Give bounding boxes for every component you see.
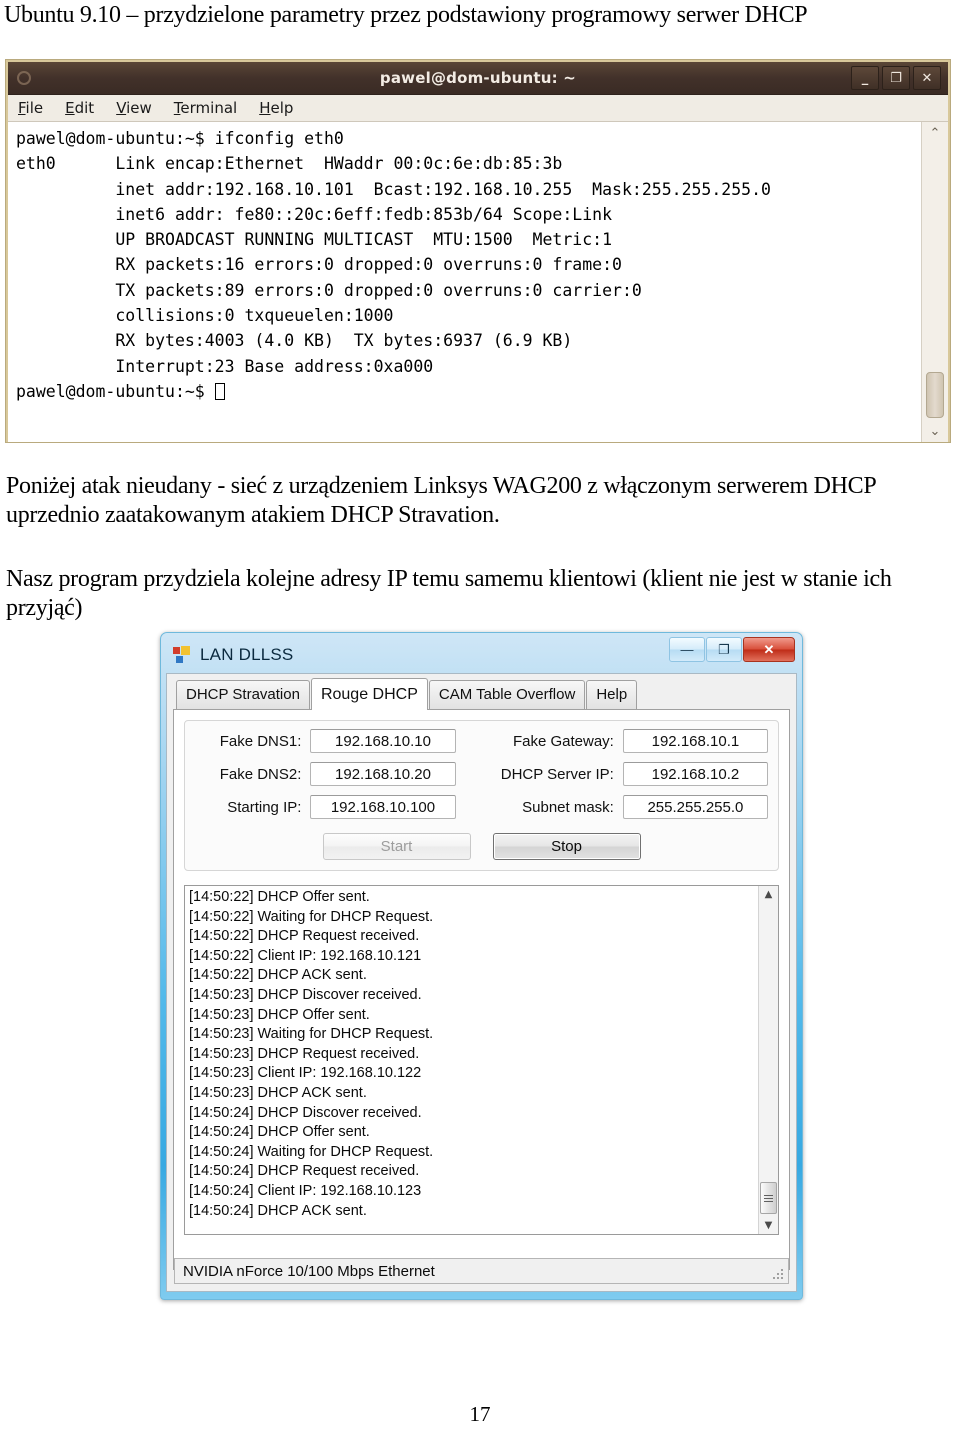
- maximize-icon[interactable]: ❐: [882, 66, 910, 90]
- field-row-startingip-subnet: Starting IP: 192.168.10.100 Subnet mask:…: [195, 795, 769, 819]
- terminal-output: pawel@dom-ubuntu:~$ ifconfig eth0 eth0 L…: [16, 129, 771, 376]
- close-icon[interactable]: ✕: [743, 637, 795, 662]
- tabstrip: DHCP Stravation Rouge DHCP CAM Table Ove…: [173, 678, 790, 710]
- scroll-up-icon[interactable]: ⌃: [922, 124, 948, 142]
- status-bar: NVIDIA nForce 10/100 Mbps Ethernet: [174, 1258, 789, 1284]
- scrollbar-grip-icon: [764, 1194, 773, 1202]
- tab-cam-table-overflow[interactable]: CAM Table Overflow: [428, 680, 586, 709]
- terminal-titlebar[interactable]: pawel@dom-ubuntu: ~ _ ❐ ✕: [8, 62, 948, 95]
- stop-button[interactable]: Stop: [492, 833, 641, 860]
- list-item[interactable]: [14:50:24] Client IP: 192.168.10.123: [189, 1182, 758, 1202]
- list-item[interactable]: [14:50:23] Client IP: 192.168.10.122: [189, 1064, 758, 1084]
- list-item[interactable]: [14:50:24] DHCP Offer sent.: [189, 1123, 758, 1143]
- label-dhcp-server-ip: DHCP Server IP:: [500, 765, 614, 783]
- field-row-dns2-serverip: Fake DNS2: 192.168.10.20 DHCP Server IP:…: [195, 762, 769, 786]
- terminal-menubar: File Edit View Terminal Help: [8, 95, 948, 122]
- paragraph-attack-failed: Poniżej atak nieudany - sieć z urządzeni…: [6, 473, 876, 528]
- page-title: Ubuntu 9.10 – przydzielone parametry prz…: [4, 2, 808, 28]
- list-item[interactable]: [14:50:24] DHCP ACK sent.: [189, 1202, 758, 1222]
- label-subnet-mask: Subnet mask:: [522, 798, 614, 816]
- list-item[interactable]: [14:50:23] DHCP Discover received.: [189, 986, 758, 1006]
- status-bar-text: NVIDIA nForce 10/100 Mbps Ethernet: [183, 1262, 435, 1280]
- lan-window-controls: — ❐ ✕: [668, 637, 795, 662]
- start-button[interactable]: Start: [322, 833, 471, 860]
- menu-item-terminal[interactable]: Terminal: [174, 99, 237, 117]
- close-icon[interactable]: ✕: [913, 66, 941, 90]
- terminal-app-icon: [17, 71, 31, 85]
- tab-rouge-dhcp[interactable]: Rouge DHCP: [310, 678, 428, 710]
- application-icon: [173, 645, 191, 664]
- minimize-icon[interactable]: —: [669, 637, 705, 662]
- terminal-window-controls: _ ❐ ✕: [851, 66, 941, 90]
- label-fake-dns2: Fake DNS2:: [219, 765, 302, 783]
- list-item[interactable]: [14:50:23] Waiting for DHCP Request.: [189, 1025, 758, 1045]
- label-fake-gateway: Fake Gateway:: [512, 732, 614, 750]
- paragraph-program-assigns-ips: Nasz program przydziela kolejne adresy I…: [6, 566, 892, 621]
- lan-dllss-window: LAN DLLSS — ❐ ✕ DHCP Stravation Rouge DH…: [160, 632, 803, 1300]
- tab-help[interactable]: Help: [586, 680, 638, 709]
- terminal-prompt: pawel@dom-ubuntu:~$: [16, 381, 215, 401]
- menu-item-help[interactable]: Help: [259, 99, 293, 117]
- lan-titlebar[interactable]: LAN DLLSS — ❐ ✕: [166, 636, 797, 673]
- log-scrollbar[interactable]: ▲ ▼: [758, 886, 778, 1234]
- dhcp-settings-group: Fake DNS1: 192.168.10.10 Fake Gateway: 1…: [184, 720, 779, 871]
- menu-item-view[interactable]: View: [116, 99, 152, 117]
- input-fake-dns2[interactable]: 192.168.10.20: [310, 762, 456, 786]
- list-item[interactable]: [14:50:24] DHCP Discover received.: [189, 1104, 758, 1124]
- scroll-down-icon[interactable]: ⌄: [922, 422, 948, 440]
- action-buttons: Start Stop: [195, 833, 768, 860]
- input-starting-ip[interactable]: 192.168.10.100: [310, 795, 456, 819]
- resize-grip-icon[interactable]: [772, 1268, 784, 1280]
- input-dhcp-server-ip[interactable]: 192.168.10.2: [622, 762, 769, 786]
- list-item[interactable]: [14:50:22] DHCP Request received.: [189, 927, 758, 947]
- maximize-icon[interactable]: ❐: [706, 637, 742, 662]
- label-starting-ip: Starting IP:: [227, 798, 302, 816]
- list-item[interactable]: [14:50:22] DHCP ACK sent.: [189, 966, 758, 986]
- lan-window-title: LAN DLLSS: [200, 644, 294, 664]
- list-item[interactable]: [14:50:24] Waiting for DHCP Request.: [189, 1143, 758, 1163]
- list-item[interactable]: [14:50:23] DHCP Offer sent.: [189, 1006, 758, 1026]
- tab-dhcp-stravation[interactable]: DHCP Stravation: [176, 680, 310, 709]
- input-fake-gateway[interactable]: 192.168.10.1: [622, 729, 769, 753]
- log-scroll-down-icon[interactable]: ▼: [759, 1217, 778, 1234]
- terminal-scrollbar[interactable]: ⌃ ⌄: [921, 122, 948, 442]
- tab-page-rouge-dhcp: Fake DNS1: 192.168.10.10 Fake Gateway: 1…: [173, 710, 790, 1270]
- terminal-scrollbar-thumb[interactable]: [926, 372, 944, 418]
- menu-item-edit[interactable]: Edit: [65, 99, 94, 117]
- list-item[interactable]: [14:50:23] DHCP Request received.: [189, 1045, 758, 1065]
- field-row-dns1-gateway: Fake DNS1: 192.168.10.10 Fake Gateway: 1…: [195, 729, 769, 753]
- terminal-title: pawel@dom-ubuntu: ~: [379, 69, 577, 87]
- terminal-output-area[interactable]: pawel@dom-ubuntu:~$ ifconfig eth0 eth0 L…: [8, 122, 921, 442]
- list-item[interactable]: [14:50:24] DHCP Request received.: [189, 1162, 758, 1182]
- page-number: 17: [469, 1402, 491, 1426]
- list-item[interactable]: [14:50:22] Waiting for DHCP Request.: [189, 908, 758, 928]
- terminal-body[interactable]: pawel@dom-ubuntu:~$ ifconfig eth0 eth0 L…: [8, 122, 948, 442]
- menu-item-file[interactable]: File: [18, 99, 43, 117]
- terminal-cursor: [214, 382, 225, 400]
- label-fake-dns1: Fake DNS1:: [219, 732, 302, 750]
- list-item[interactable]: [14:50:22] DHCP Offer sent.: [189, 888, 758, 908]
- minimize-icon[interactable]: _: [851, 66, 879, 90]
- terminal-window: pawel@dom-ubuntu: ~ _ ❐ ✕ File Edit View…: [6, 60, 950, 442]
- list-item[interactable]: [14:50:22] Client IP: 192.168.10.121: [189, 947, 758, 967]
- log-list[interactable]: [14:50:22] DHCP Offer sent. [14:50:22] Wa…: [185, 886, 758, 1234]
- log-panel: [14:50:22] DHCP Offer sent. [14:50:22] Wa…: [184, 885, 779, 1235]
- list-item[interactable]: [14:50:23] DHCP ACK sent.: [189, 1084, 758, 1104]
- input-subnet-mask[interactable]: 255.255.255.0: [622, 795, 769, 819]
- lan-client-area: DHCP Stravation Rouge DHCP CAM Table Ove…: [166, 673, 797, 1292]
- log-scrollbar-thumb[interactable]: [760, 1182, 777, 1214]
- input-fake-dns1[interactable]: 192.168.10.10: [310, 729, 456, 753]
- log-scroll-up-icon[interactable]: ▲: [759, 886, 778, 903]
